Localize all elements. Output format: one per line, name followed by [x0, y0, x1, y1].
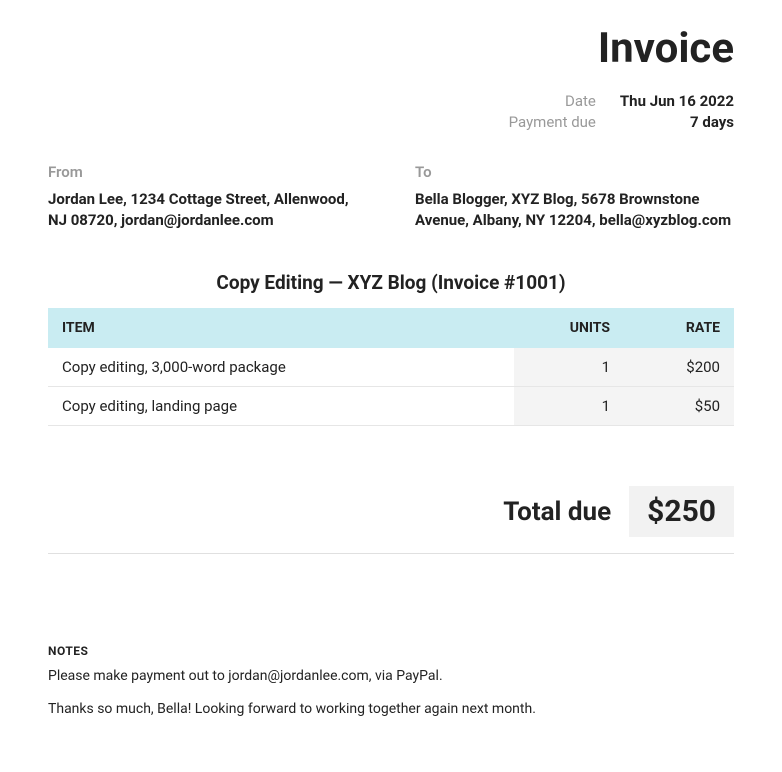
invoice-heading: Copy Editing — XYZ Blog (Invoice #1001): [48, 271, 734, 294]
item-name: Copy editing, landing page: [48, 387, 514, 426]
item-rate: $200: [624, 348, 734, 387]
table-row: Copy editing, 3,000-word package 1 $200: [48, 348, 734, 387]
notes-line: Please make payment out to jordan@jordan…: [48, 666, 734, 687]
table-header-row: ITEM UNITS RATE: [48, 308, 734, 348]
total-row: Total due $250: [48, 486, 734, 554]
payment-due-value: 7 days: [620, 112, 734, 133]
header-rate: RATE: [624, 308, 734, 348]
item-units: 1: [514, 348, 624, 387]
date-label: Date: [509, 91, 596, 112]
date-value: Thu Jun 16 2022: [620, 91, 734, 112]
to-label: To: [415, 163, 734, 181]
total-value: $250: [629, 486, 734, 537]
to-block: To Bella Blogger, XYZ Blog, 5678 Brownst…: [415, 163, 734, 231]
meta-values: Thu Jun 16 2022 7 days: [620, 91, 734, 133]
from-details: Jordan Lee, 1234 Cottage Street, Allenwo…: [48, 189, 367, 231]
item-name: Copy editing, 3,000-word package: [48, 348, 514, 387]
items-table: ITEM UNITS RATE Copy editing, 3,000-word…: [48, 308, 734, 426]
parties-block: From Jordan Lee, 1234 Cottage Street, Al…: [48, 163, 734, 231]
payment-due-label: Payment due: [509, 112, 596, 133]
to-details: Bella Blogger, XYZ Blog, 5678 Brownstone…: [415, 189, 734, 231]
total-label: Total due: [503, 497, 611, 527]
header-units: UNITS: [514, 308, 624, 348]
table-row: Copy editing, landing page 1 $50: [48, 387, 734, 426]
from-block: From Jordan Lee, 1234 Cottage Street, Al…: [48, 163, 367, 231]
notes-block: NOTES Please make payment out to jordan@…: [48, 644, 734, 720]
document-title: Invoice: [48, 24, 734, 73]
header-item: ITEM: [48, 308, 514, 348]
item-rate: $50: [624, 387, 734, 426]
meta-labels: Date Payment due: [509, 91, 596, 133]
meta-block: Date Payment due Thu Jun 16 2022 7 days: [48, 91, 734, 133]
notes-heading: NOTES: [48, 644, 734, 658]
notes-line: Thanks so much, Bella! Looking forward t…: [48, 699, 734, 720]
from-label: From: [48, 163, 367, 181]
item-units: 1: [514, 387, 624, 426]
